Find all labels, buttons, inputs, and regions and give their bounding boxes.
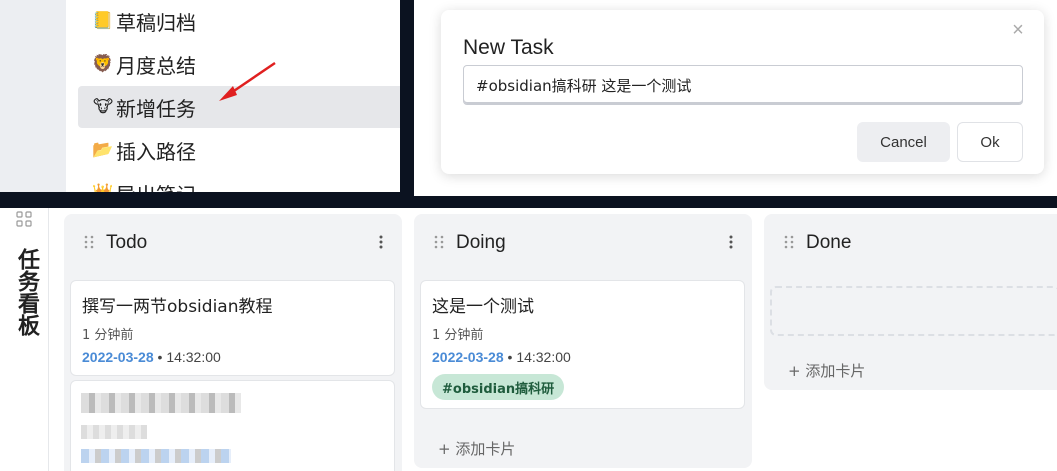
column-title: Doing <box>456 232 506 253</box>
card-title: 撰写一两节obsidian教程 <box>82 297 273 317</box>
cow-icon: 🐮 <box>92 97 114 116</box>
card-date-value: 2022-03-28 <box>432 349 504 365</box>
more-vertical-icon[interactable] <box>378 234 384 250</box>
menu-item-label: 月度总结 <box>116 53 196 78</box>
add-card-button[interactable]: + 添加卡片 <box>438 438 515 459</box>
column-todo: Todo 撰写一两节obsidian教程 1 分钟前 2022-03-28 • … <box>64 214 402 471</box>
card-date: 2022-03-28 • 14:32:00 <box>82 349 221 365</box>
task-card[interactable]: 撰写一两节obsidian教程 1 分钟前 2022-03-28 • 14:32… <box>70 280 395 376</box>
kanban-board: 任务看板 Todo 撰写一两节obsidian教程 1 分钟前 2022-03-… <box>0 208 1057 471</box>
card-time-value: 14:32:00 <box>166 349 221 365</box>
dialog-title: New Task <box>463 36 554 59</box>
menu-item-label: 草稿归档 <box>116 10 196 35</box>
add-card-button[interactable]: + 添加卡片 <box>788 360 865 381</box>
date-separator: • <box>507 349 517 365</box>
cancel-button[interactable]: Cancel <box>857 122 950 162</box>
column-header: Todo <box>64 214 402 272</box>
task-card[interactable]: 这是一个测试 1 分钟前 2022-03-28 • 14:32:00 #obsi… <box>420 280 745 409</box>
close-icon[interactable]: × <box>1008 20 1028 40</box>
column-title: Todo <box>106 232 148 253</box>
empty-drop-zone[interactable] <box>770 286 1057 336</box>
notebook-icon: 📒 <box>92 11 114 30</box>
grid-icon[interactable] <box>16 211 32 227</box>
crown-icon: 👑 <box>92 182 114 192</box>
task-input[interactable]: #obsidian搞科研 这是一个测试 <box>463 65 1023 105</box>
menu-item-insert-path[interactable]: 📂 插入路径 <box>78 129 400 171</box>
lion-icon: 🦁 <box>92 54 114 73</box>
app-window: 📒 草稿归档 🦁 月度总结 🐮 新增任务 📂 插入路径 👑 导出笔 <box>0 0 1057 471</box>
blurred-task-card[interactable] <box>70 380 395 471</box>
card-title: 这是一个测试 <box>432 297 534 317</box>
menu-item-label: 插入路径 <box>116 139 196 164</box>
menu-item-export-notes[interactable]: 👑 导出笔记 <box>78 172 400 193</box>
drag-handle-icon[interactable] <box>784 235 794 249</box>
column-header: Doing <box>414 214 752 272</box>
folder-icon: 📂 <box>92 140 114 159</box>
column-done: Done + 添加卡片 <box>764 214 1057 390</box>
menu-item-label: 导出笔记 <box>116 179 196 193</box>
divider <box>48 208 49 471</box>
ok-button[interactable]: Ok <box>957 122 1023 162</box>
board-title: 任务看板 <box>14 248 39 336</box>
card-date: 2022-03-28 • 14:32:00 <box>432 349 571 365</box>
menu-item-draft-archive[interactable]: 📒 草稿归档 <box>78 0 400 42</box>
red-arrow-annotation <box>219 61 276 101</box>
card-relative-time: 1 分钟前 <box>432 328 484 343</box>
tag-badge[interactable]: #obsidian搞科研 <box>432 374 565 400</box>
top-region: 📒 草稿归档 🦁 月度总结 🐮 新增任务 📂 插入路径 👑 导出笔 <box>0 0 1057 208</box>
column-doing: Doing 这是一个测试 1 分钟前 2022-03-28 • 14:32:00… <box>414 214 752 468</box>
new-task-dialog: × New Task #obsidian搞科研 这是一个测试 Cancel Ok <box>441 10 1044 174</box>
context-menu-panel: 📒 草稿归档 🦁 月度总结 🐮 新增任务 📂 插入路径 👑 导出笔 <box>0 0 400 192</box>
menu-item-label: 新增任务 <box>116 96 196 121</box>
column-header: Done <box>764 214 1057 272</box>
card-relative-time: 1 分钟前 <box>82 328 134 343</box>
date-separator: • <box>157 349 167 365</box>
board-sidebar: 任务看板 <box>0 208 48 471</box>
card-time-value: 14:32:00 <box>516 349 571 365</box>
drag-handle-icon[interactable] <box>84 235 94 249</box>
more-vertical-icon[interactable] <box>728 234 734 250</box>
drag-handle-icon[interactable] <box>434 235 444 249</box>
card-date-value: 2022-03-28 <box>82 349 154 365</box>
column-title: Done <box>806 232 852 253</box>
